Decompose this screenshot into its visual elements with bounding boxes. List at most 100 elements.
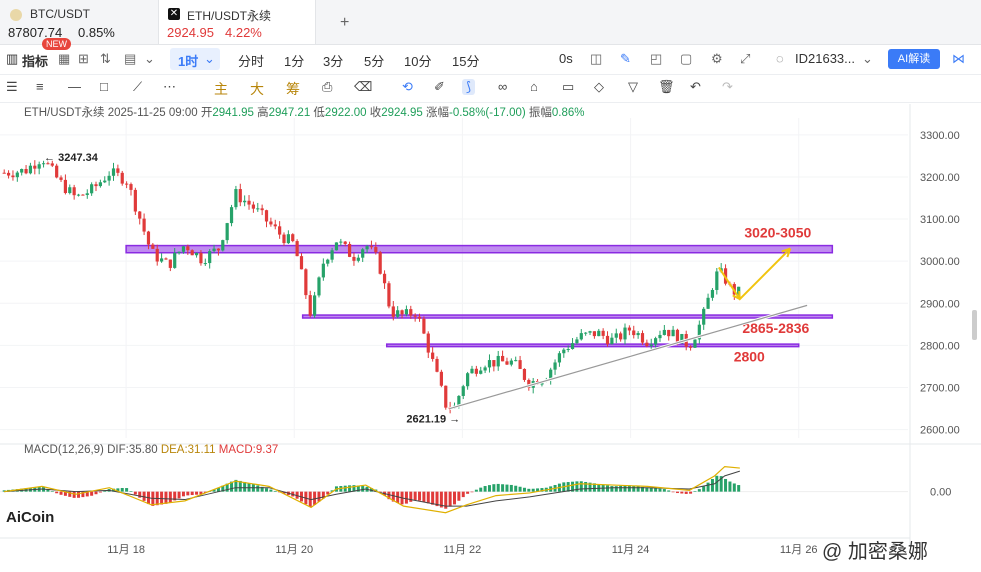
candle-body [409,309,413,316]
candle-body [286,234,290,244]
candle-body [20,168,24,173]
candle-body [649,344,653,346]
candle-body [159,258,164,262]
macd-header: MACD(12,26,9) DIF:35.80 DEA:31.11 MACD:9… [24,444,278,456]
candle-body [155,248,159,262]
zone-label: 2800 [734,349,765,365]
macd-histogram-bar [610,486,614,492]
candle-body [378,252,382,274]
candle-body [63,179,68,194]
macd-histogram-bar [684,491,688,494]
candle-body [439,371,443,386]
candle-body [85,193,89,196]
y-tick-label: 2700.00 [920,382,960,394]
candle-body [173,252,177,268]
candle-body [492,360,496,367]
macd-histogram-bar [658,488,662,492]
candle-body [291,234,295,242]
y-tick-label: 2900.00 [920,298,960,310]
candle-body [715,271,719,290]
macd-histogram-bar [531,488,535,492]
macd-histogram-bar [501,484,505,492]
candle-body [339,241,343,243]
candle-body [636,333,640,336]
macd-histogram-bar [404,491,408,504]
macd-histogram-bar [470,491,474,493]
candle-body [264,210,269,222]
candle-body [90,184,94,194]
macd-histogram-bar [269,489,273,492]
macd-histogram-bar [418,491,422,501]
candle-body [614,333,618,338]
macd-histogram-bar [177,491,181,499]
candle-body [566,349,570,351]
candle-body [444,385,448,408]
candle-body [234,189,238,208]
candle-body [212,248,216,252]
candle-body [361,249,365,258]
y-tick-label: 3200.00 [920,172,960,184]
candle-body [269,221,273,225]
dea-value: 31.11 [187,444,216,456]
candle-body [483,367,487,371]
macd-histogram-bar [77,491,81,498]
candle-body [365,246,369,250]
macd-histogram-bar [662,489,666,492]
candle-body [321,263,325,278]
candle-body [221,240,225,251]
candle-body [11,175,15,178]
candle-body [382,273,387,284]
x-tick-label: 11月 24 [612,544,650,556]
aicoin-logo: AiCoin [6,509,55,526]
macd-histogram-bar [654,488,658,492]
macd-histogram-bar [724,478,728,492]
scrollbar-handle[interactable] [972,310,977,340]
macd-histogram-bar [343,485,347,492]
candle-body [522,368,527,380]
candle-body [487,360,492,368]
candle-body [426,333,430,353]
macd-histogram-bar [483,486,487,492]
candle-body [24,168,28,174]
resistance-zone [301,314,834,319]
candle-body [243,200,247,203]
candle-body [562,349,566,354]
dea-label: DEA: [160,444,188,456]
candle-body [313,295,317,316]
candle-body [278,226,282,235]
macd-histogram-bar [566,482,570,492]
candle-body [592,331,597,337]
macd-histogram-bar [164,491,168,504]
x-tick-label: 11月 18 [107,544,145,556]
candle-body [186,246,190,251]
macd-histogram-bar [697,489,701,492]
candle-body [601,330,605,336]
macd-histogram-bar [256,485,260,492]
candle-body [33,165,37,169]
macd-histogram-bar [186,491,190,496]
candle-body [662,329,666,335]
candle-body [125,183,129,185]
candle-body [374,247,378,253]
macd-histogram-bar [59,491,63,495]
candle-body [28,165,33,174]
macd-zero-tick: 0.00 [930,487,951,499]
macd-histogram-bar [98,491,102,493]
macd-histogram-bar [496,483,500,492]
candle-body [417,316,422,319]
macd-histogram-bar [671,491,675,493]
price-chart[interactable]: 3020-30502865-28362800 ← 3247.342621.19 … [0,0,981,572]
candle-body [435,358,439,372]
macd-histogram-bar [243,481,247,492]
candle-body [94,184,98,187]
macd-histogram-bar [702,486,706,492]
macd-histogram-bar [737,485,741,492]
candle-body [203,263,207,265]
dif-value: 35.80 [128,444,158,456]
candle-body [610,337,614,345]
projection-arrow [718,247,792,301]
y-tick-label: 3000.00 [920,256,960,268]
macd-histogram-bar [94,491,98,495]
candle-body [693,339,697,348]
candle-body [194,252,199,256]
